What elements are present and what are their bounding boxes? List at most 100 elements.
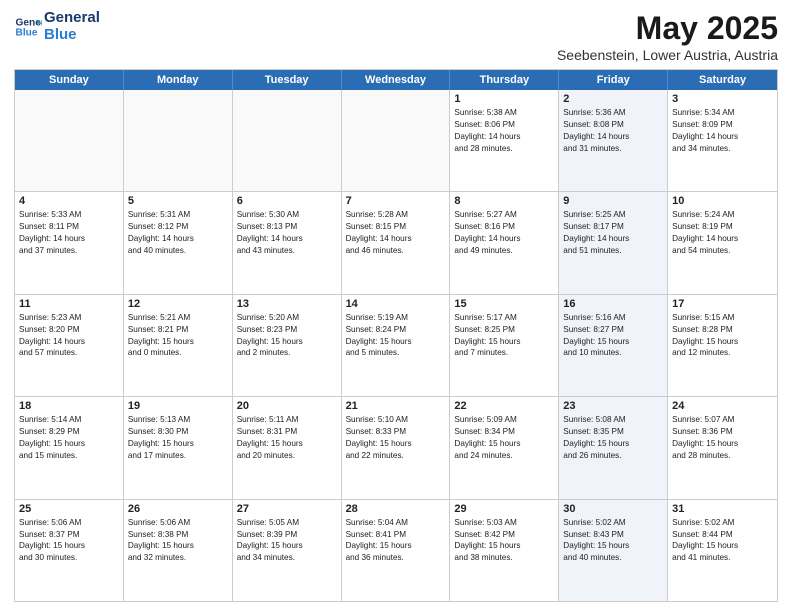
calendar-cell: 5 Sunrise: 5:31 AM Sunset: 8:12 PM Daylig… xyxy=(124,192,233,293)
calendar-cell: 31Sunrise: 5:02 AM Sunset: 8:44 PM Dayli… xyxy=(668,500,777,601)
logo: General Blue General Blue xyxy=(14,10,100,43)
svg-text:Blue: Blue xyxy=(16,27,38,38)
day-number: 14 xyxy=(346,298,446,310)
cell-info: Sunrise: 5:30 AM Sunset: 8:13 PM Dayligh… xyxy=(237,209,337,257)
cal-header-day: Tuesday xyxy=(233,70,342,90)
calendar-cell: 14Sunrise: 5:19 AM Sunset: 8:24 PM Dayli… xyxy=(342,295,451,396)
cell-info: Sunrise: 5:08 AM Sunset: 8:35 PM Dayligh… xyxy=(563,414,663,462)
calendar-row: 1Sunrise: 5:38 AM Sunset: 8:06 PM Daylig… xyxy=(15,90,777,192)
day-number: 29 xyxy=(454,503,554,515)
day-number: 15 xyxy=(454,298,554,310)
calendar-cell: 26Sunrise: 5:06 AM Sunset: 8:38 PM Dayli… xyxy=(124,500,233,601)
logo-line2: Blue xyxy=(44,27,100,44)
cell-info: Sunrise: 5:33 AM Sunset: 8:11 PM Dayligh… xyxy=(19,209,119,257)
day-number: 5 xyxy=(128,195,228,207)
day-number: 9 xyxy=(563,195,663,207)
calendar-cell: 6 Sunrise: 5:30 AM Sunset: 8:13 PM Daylig… xyxy=(233,192,342,293)
page-title: May 2025 xyxy=(557,10,778,47)
cell-info: Sunrise: 5:13 AM Sunset: 8:30 PM Dayligh… xyxy=(128,414,228,462)
day-number: 26 xyxy=(128,503,228,515)
calendar-cell: 23 Sunrise: 5:08 AM Sunset: 8:35 PM Dayli… xyxy=(559,397,668,498)
logo-line1: General xyxy=(44,10,100,27)
calendar-row: 4 Sunrise: 5:33 AM Sunset: 8:11 PM Daylig… xyxy=(15,192,777,294)
cell-info: Sunrise: 5:31 AM Sunset: 8:12 PM Dayligh… xyxy=(128,209,228,257)
cell-info: Sunrise: 5:25 AM Sunset: 8:17 PM Dayligh… xyxy=(563,209,663,257)
page-subtitle: Seebenstein, Lower Austria, Austria xyxy=(557,47,778,63)
calendar-cell: 22Sunrise: 5:09 AM Sunset: 8:34 PM Dayli… xyxy=(450,397,559,498)
day-number: 2 xyxy=(563,93,663,105)
calendar-cell: 30Sunrise: 5:02 AM Sunset: 8:43 PM Dayli… xyxy=(559,500,668,601)
day-number: 12 xyxy=(128,298,228,310)
calendar-row: 11 Sunrise: 5:23 AM Sunset: 8:20 PM Dayli… xyxy=(15,295,777,397)
cell-info: Sunrise: 5:04 AM Sunset: 8:41 PM Dayligh… xyxy=(346,517,446,565)
calendar-cell: 13 Sunrise: 5:20 AM Sunset: 8:23 PM Dayli… xyxy=(233,295,342,396)
cell-info: Sunrise: 5:16 AM Sunset: 8:27 PM Dayligh… xyxy=(563,312,663,360)
cell-info: Sunrise: 5:21 AM Sunset: 8:21 PM Dayligh… xyxy=(128,312,228,360)
cal-header-day: Wednesday xyxy=(342,70,451,90)
calendar-cell xyxy=(124,90,233,191)
day-number: 22 xyxy=(454,400,554,412)
calendar-cell: 16 Sunrise: 5:16 AM Sunset: 8:27 PM Dayli… xyxy=(559,295,668,396)
calendar-cell: 24Sunrise: 5:07 AM Sunset: 8:36 PM Dayli… xyxy=(668,397,777,498)
cell-info: Sunrise: 5:05 AM Sunset: 8:39 PM Dayligh… xyxy=(237,517,337,565)
cell-info: Sunrise: 5:28 AM Sunset: 8:15 PM Dayligh… xyxy=(346,209,446,257)
day-number: 4 xyxy=(19,195,119,207)
calendar-cell: 28 Sunrise: 5:04 AM Sunset: 8:41 PM Dayli… xyxy=(342,500,451,601)
cell-info: Sunrise: 5:02 AM Sunset: 8:43 PM Dayligh… xyxy=(563,517,663,565)
calendar-cell: 8Sunrise: 5:27 AM Sunset: 8:16 PM Daylig… xyxy=(450,192,559,293)
calendar: SundayMondayTuesdayWednesdayThursdayFrid… xyxy=(14,69,778,602)
cell-info: Sunrise: 5:36 AM Sunset: 8:08 PM Dayligh… xyxy=(563,107,663,155)
calendar-cell: 17 Sunrise: 5:15 AM Sunset: 8:28 PM Dayli… xyxy=(668,295,777,396)
day-number: 25 xyxy=(19,503,119,515)
calendar-row: 25 Sunrise: 5:06 AM Sunset: 8:37 PM Dayli… xyxy=(15,500,777,601)
day-number: 24 xyxy=(672,400,773,412)
day-number: 6 xyxy=(237,195,337,207)
cell-info: Sunrise: 5:10 AM Sunset: 8:33 PM Dayligh… xyxy=(346,414,446,462)
day-number: 17 xyxy=(672,298,773,310)
day-number: 28 xyxy=(346,503,446,515)
cell-info: Sunrise: 5:14 AM Sunset: 8:29 PM Dayligh… xyxy=(19,414,119,462)
calendar-cell: 3 Sunrise: 5:34 AM Sunset: 8:09 PM Daylig… xyxy=(668,90,777,191)
cell-info: Sunrise: 5:03 AM Sunset: 8:42 PM Dayligh… xyxy=(454,517,554,565)
day-number: 18 xyxy=(19,400,119,412)
cal-header-day: Thursday xyxy=(450,70,559,90)
header: General Blue General Blue May 2025 Seebe… xyxy=(14,10,778,63)
day-number: 11 xyxy=(19,298,119,310)
calendar-cell: 29 Sunrise: 5:03 AM Sunset: 8:42 PM Dayli… xyxy=(450,500,559,601)
day-number: 23 xyxy=(563,400,663,412)
cell-info: Sunrise: 5:23 AM Sunset: 8:20 PM Dayligh… xyxy=(19,312,119,360)
cell-info: Sunrise: 5:06 AM Sunset: 8:37 PM Dayligh… xyxy=(19,517,119,565)
calendar-cell: 21Sunrise: 5:10 AM Sunset: 8:33 PM Dayli… xyxy=(342,397,451,498)
day-number: 19 xyxy=(128,400,228,412)
cell-info: Sunrise: 5:17 AM Sunset: 8:25 PM Dayligh… xyxy=(454,312,554,360)
calendar-cell xyxy=(15,90,124,191)
calendar-cell xyxy=(233,90,342,191)
calendar-cell: 20Sunrise: 5:11 AM Sunset: 8:31 PM Dayli… xyxy=(233,397,342,498)
cal-header-day: Friday xyxy=(559,70,668,90)
calendar-cell: 11 Sunrise: 5:23 AM Sunset: 8:20 PM Dayli… xyxy=(15,295,124,396)
day-number: 13 xyxy=(237,298,337,310)
logo-icon: General Blue xyxy=(14,13,42,41)
cell-info: Sunrise: 5:27 AM Sunset: 8:16 PM Dayligh… xyxy=(454,209,554,257)
calendar-cell: 10Sunrise: 5:24 AM Sunset: 8:19 PM Dayli… xyxy=(668,192,777,293)
cell-info: Sunrise: 5:34 AM Sunset: 8:09 PM Dayligh… xyxy=(672,107,773,155)
calendar-body: 1Sunrise: 5:38 AM Sunset: 8:06 PM Daylig… xyxy=(15,90,777,601)
day-number: 7 xyxy=(346,195,446,207)
cell-info: Sunrise: 5:24 AM Sunset: 8:19 PM Dayligh… xyxy=(672,209,773,257)
calendar-cell: 19 Sunrise: 5:13 AM Sunset: 8:30 PM Dayli… xyxy=(124,397,233,498)
cal-header-day: Saturday xyxy=(668,70,777,90)
calendar-row: 18 Sunrise: 5:14 AM Sunset: 8:29 PM Dayli… xyxy=(15,397,777,499)
calendar-cell: 2 Sunrise: 5:36 AM Sunset: 8:08 PM Daylig… xyxy=(559,90,668,191)
calendar-cell xyxy=(342,90,451,191)
calendar-cell: 4 Sunrise: 5:33 AM Sunset: 8:11 PM Daylig… xyxy=(15,192,124,293)
calendar-cell: 15 Sunrise: 5:17 AM Sunset: 8:25 PM Dayli… xyxy=(450,295,559,396)
calendar-cell: 7 Sunrise: 5:28 AM Sunset: 8:15 PM Daylig… xyxy=(342,192,451,293)
day-number: 3 xyxy=(672,93,773,105)
cell-info: Sunrise: 5:02 AM Sunset: 8:44 PM Dayligh… xyxy=(672,517,773,565)
cell-info: Sunrise: 5:15 AM Sunset: 8:28 PM Dayligh… xyxy=(672,312,773,360)
day-number: 27 xyxy=(237,503,337,515)
cell-info: Sunrise: 5:20 AM Sunset: 8:23 PM Dayligh… xyxy=(237,312,337,360)
day-number: 1 xyxy=(454,93,554,105)
day-number: 16 xyxy=(563,298,663,310)
logo-text: General Blue xyxy=(44,10,100,43)
